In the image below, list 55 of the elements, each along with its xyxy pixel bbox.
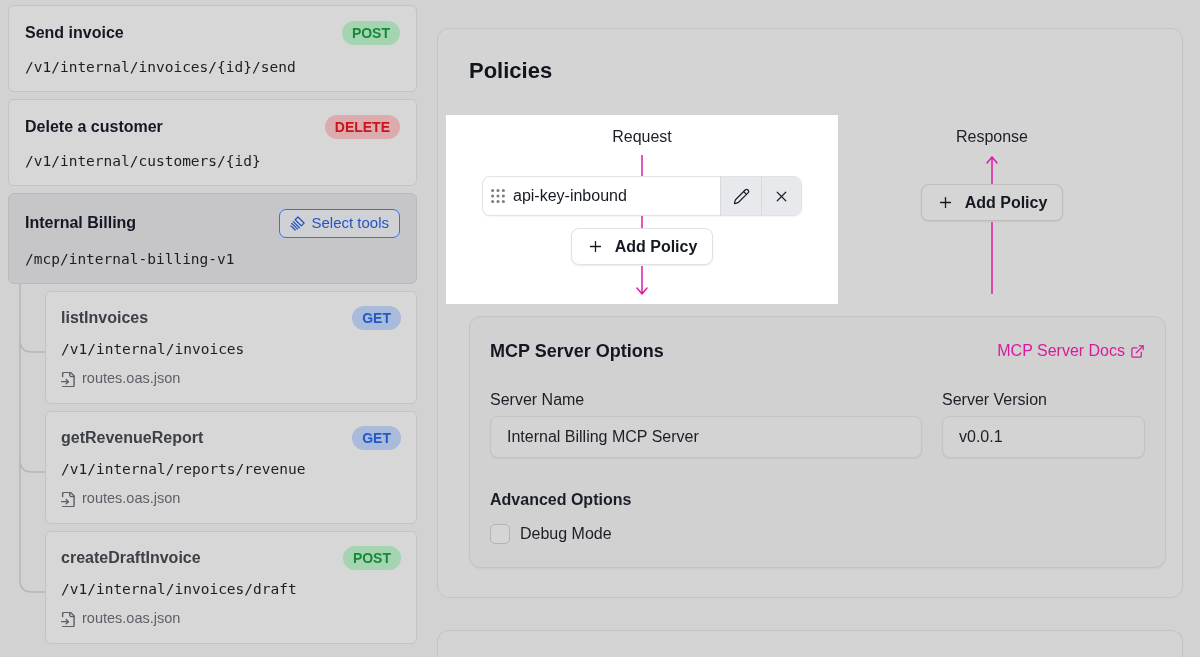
pencil-icon [732,187,750,205]
text-field[interactable]: v0.0.1 [942,416,1145,458]
card-title: MCP Server Options [490,339,664,363]
route-path: /mcp/internal-billing-v1 [25,250,235,269]
connector-arrow [986,156,998,184]
tool-path: /v1/internal/invoices [61,340,245,359]
route-title: Send invoice [25,23,124,43]
flow-label: Response [955,127,1028,147]
drag-handle-icon[interactable] [491,189,505,203]
add-policy-button[interactable]: Add Policy [570,228,714,265]
connector-arrow [636,266,648,295]
section-title: Policies [469,57,553,85]
source-file: routes.oas.json [82,609,181,629]
method-badge: POST [341,21,400,45]
route-card[interactable]: Delete a customer DELETE /v1/internal/customers/{id} [8,99,417,186]
route-card[interactable]: Send invoice POST /v1/internal/invoices/{id}/send [8,5,417,92]
checkbox-label: Debug Mode [520,524,612,544]
route-path: /v1/internal/invoices/{id}/send [25,58,296,77]
tool-title: getRevenueReport [61,428,204,448]
method-badge: GET [352,306,401,330]
policy-item[interactable]: api-key-inbound [482,176,802,216]
route-title: Delete a customer [25,117,163,137]
source-file: routes.oas.json [82,489,181,509]
method-badge: GET [352,426,401,450]
server-card[interactable]: Internal Billing Select tools /mcp/internal-billing-v1 [8,193,417,284]
external-link-icon [1130,343,1145,359]
policy-name: api-key-inbound [513,186,627,206]
edit-button[interactable] [720,177,761,215]
stack-icon [290,215,306,231]
connector-line [641,216,643,228]
route-path: /v1/internal/customers/{id} [25,152,261,171]
select-tools-button[interactable]: Select tools [279,208,400,238]
connector-line [991,222,993,294]
tool-card[interactable]: getRevenueReport GET /v1/internal/reports/revenue routes.oas.json [45,411,417,524]
method-badge: DELETE [324,115,400,139]
text-field[interactable]: Internal Billing MCP Server [490,416,922,458]
tool-title: listInvoices [61,308,149,328]
tool-path: /v1/internal/reports/revenue [61,460,306,479]
tool-card[interactable]: listInvoices GET /v1/internal/invoices routes.oas.json [45,291,417,404]
file-import-icon [61,371,75,387]
source-file: routes.oas.json [82,369,181,389]
field-label: Server Version [942,390,1048,410]
field-label: Server Name [490,390,586,410]
route-title: Internal Billing [25,213,137,233]
file-import-icon [61,491,75,507]
connector-line [641,155,643,176]
checkbox[interactable] [490,524,510,544]
tool-title: createDraftInvoice [61,548,201,568]
file-import-icon [61,611,75,627]
add-policy-button[interactable]: Add Policy [920,184,1064,221]
tool-card[interactable]: createDraftInvoice POST /v1/internal/invoices/draft routes.oas.json [45,531,417,644]
section-heading: Advanced Options [490,490,632,510]
method-badge: POST [342,546,401,570]
flow-label: Request [612,127,672,147]
tool-path: /v1/internal/invoices/draft [61,580,297,599]
